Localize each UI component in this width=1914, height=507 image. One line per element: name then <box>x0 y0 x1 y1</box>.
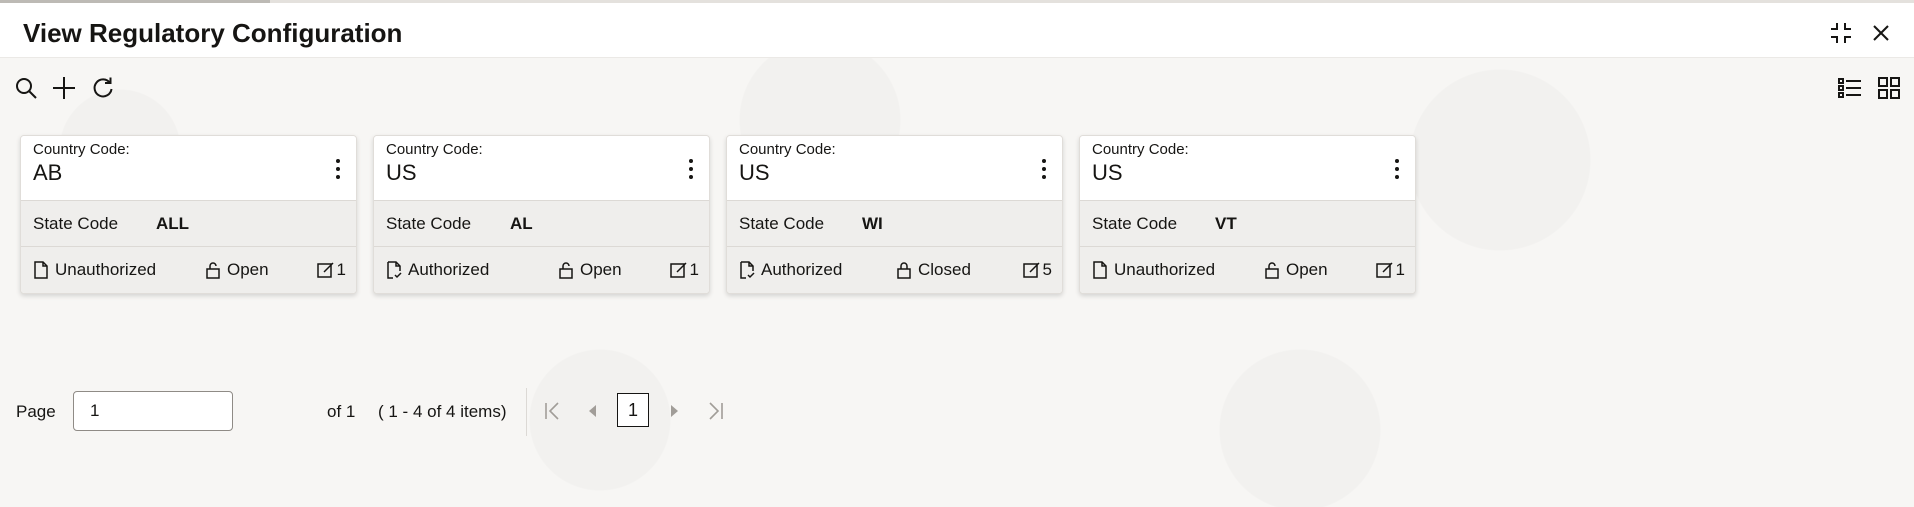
record-status: Open <box>1264 260 1328 280</box>
edit-icon <box>1375 262 1393 278</box>
record-card[interactable]: Country Code: US State Code WI Authorize… <box>726 135 1063 294</box>
auth-status-text: Authorized <box>408 260 490 279</box>
country-code-label: Country Code: <box>386 141 483 158</box>
auth-status-text: Unauthorized <box>1114 260 1216 279</box>
document-icon <box>34 261 48 279</box>
auth-status: Unauthorized <box>33 260 156 280</box>
record-status-text: Closed <box>918 260 971 279</box>
country-code-label: Country Code: <box>1092 141 1189 158</box>
record-status-text: Open <box>580 260 622 279</box>
record-card[interactable]: Country Code: AB State Code ALL Unauthor… <box>20 135 357 294</box>
page-label: Page <box>16 402 56 421</box>
edit-icon <box>1022 262 1040 278</box>
record-status-text: Open <box>227 260 269 279</box>
unlock-icon <box>206 262 220 279</box>
modification-count: 1 <box>669 260 699 280</box>
country-code-value: AB <box>33 160 63 185</box>
document-icon <box>1093 261 1107 279</box>
item-range: ( 1 - 4 of 4 items) <box>378 402 507 421</box>
auth-status-text: Authorized <box>761 260 843 279</box>
close-icon[interactable] <box>1867 19 1895 47</box>
minimize-icon[interactable] <box>1827 19 1855 47</box>
record-card[interactable]: Country Code: US State Code AL Authorize… <box>373 135 710 294</box>
auth-status-text: Unauthorized <box>55 260 157 279</box>
pagination: Page of 1 ( 1 - 4 of 4 items) 1 <box>0 388 900 436</box>
previous-page-icon[interactable] <box>581 399 605 423</box>
state-code-label: State Code <box>33 214 119 233</box>
divider <box>526 388 527 436</box>
page-total: of 1 <box>327 402 356 421</box>
search-icon[interactable] <box>12 74 40 102</box>
page-title: View Regulatory Configuration <box>23 18 403 48</box>
state-code-label: State Code <box>1092 214 1178 233</box>
more-options-icon[interactable] <box>687 156 695 184</box>
country-code-label: Country Code: <box>739 141 836 158</box>
unlock-icon <box>1265 262 1279 279</box>
list-view-icon[interactable] <box>1836 74 1864 102</box>
state-code-value: WI <box>862 214 883 233</box>
current-page-button[interactable]: 1 <box>617 393 649 427</box>
state-code-value: ALL <box>156 214 190 233</box>
document-check-icon <box>387 261 402 279</box>
record-status: Open <box>558 260 622 280</box>
modification-count: 5 <box>1022 260 1052 280</box>
last-page-icon[interactable] <box>704 399 728 423</box>
more-options-icon[interactable] <box>1040 156 1048 184</box>
modification-count-text: 1 <box>689 260 699 279</box>
modification-count: 1 <box>316 260 346 280</box>
record-status: Open <box>205 260 269 280</box>
plus-icon[interactable] <box>50 74 78 102</box>
country-code-value: US <box>739 160 770 185</box>
country-code-value: US <box>386 160 417 185</box>
country-code-value: US <box>1092 160 1123 185</box>
next-page-icon[interactable] <box>662 399 686 423</box>
state-code-label: State Code <box>739 214 825 233</box>
more-options-icon[interactable] <box>1393 156 1401 184</box>
unlock-icon <box>559 262 573 279</box>
auth-status: Unauthorized <box>1092 260 1215 280</box>
country-code-label: Country Code: <box>33 141 130 158</box>
state-code-label: State Code <box>386 214 472 233</box>
document-check-icon <box>740 261 755 279</box>
modification-count-text: 1 <box>1395 260 1405 279</box>
modification-count-text: 5 <box>1042 260 1052 279</box>
record-status-text: Open <box>1286 260 1328 279</box>
edit-icon <box>316 262 334 278</box>
more-options-icon[interactable] <box>334 156 342 184</box>
state-code-value: VT <box>1215 214 1237 233</box>
modification-count: 1 <box>1375 260 1405 280</box>
page-header: View Regulatory Configuration <box>0 3 1914 58</box>
grid-view-icon[interactable] <box>1875 74 1903 102</box>
record-status: Closed <box>896 260 971 280</box>
refresh-icon[interactable] <box>89 74 117 102</box>
auth-status: Authorized <box>386 260 489 280</box>
state-code-value: AL <box>510 214 533 233</box>
page-number-input[interactable] <box>73 391 233 431</box>
edit-icon <box>669 262 687 278</box>
record-card[interactable]: Country Code: US State Code VT Unauthori… <box>1079 135 1416 294</box>
auth-status: Authorized <box>739 260 842 280</box>
lock-icon <box>897 262 911 279</box>
first-page-icon[interactable] <box>540 399 564 423</box>
modification-count-text: 1 <box>336 260 346 279</box>
